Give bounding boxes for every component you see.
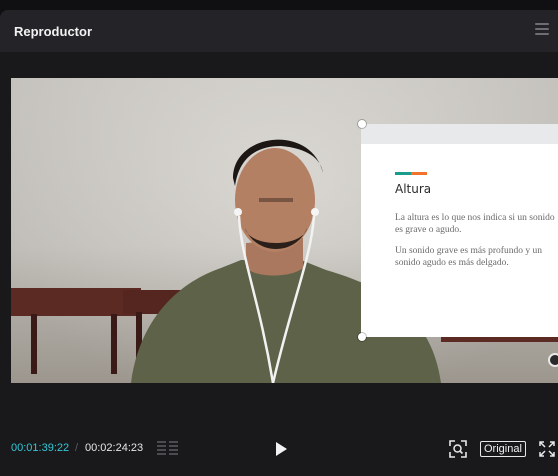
time-separator: / — [75, 442, 79, 454]
playback-controls: 00:01:39:22 / 00:02:24:23 Original — [0, 438, 558, 462]
slide-paragraph: Un sonido grave es más profundo y un son… — [395, 246, 542, 268]
fullscreen-icon[interactable] — [539, 441, 555, 457]
resize-handle[interactable] — [358, 120, 366, 128]
title-bar: Reproductor — [0, 10, 558, 52]
play-icon[interactable] — [276, 442, 287, 456]
screenshot-scan-icon[interactable] — [449, 440, 467, 458]
player-panel: Reproductor Altura La altura es lo que n… — [0, 10, 558, 476]
overlay-rotate-icon[interactable] — [548, 353, 558, 367]
resize-handle[interactable] — [358, 333, 366, 341]
window-title: Reproductor — [14, 23, 92, 39]
video-viewport[interactable]: Altura La altura es lo que nos indica si… — [11, 78, 558, 383]
scale-original-button[interactable]: Original — [480, 441, 526, 457]
slide-paragraph: La altura es lo que nos indica si un son… — [395, 213, 555, 235]
slide-overlay[interactable]: Altura La altura es lo que nos indica si… — [361, 124, 558, 337]
menu-icon[interactable] — [535, 23, 549, 37]
total-time: 00:02:24:23 — [85, 442, 144, 454]
slide-accent-line — [395, 172, 427, 175]
waveform-icon[interactable] — [157, 441, 179, 457]
slide-header-band — [361, 124, 558, 144]
slide-title: Altura — [395, 182, 432, 196]
current-time: 00:01:39:22 — [11, 442, 70, 454]
